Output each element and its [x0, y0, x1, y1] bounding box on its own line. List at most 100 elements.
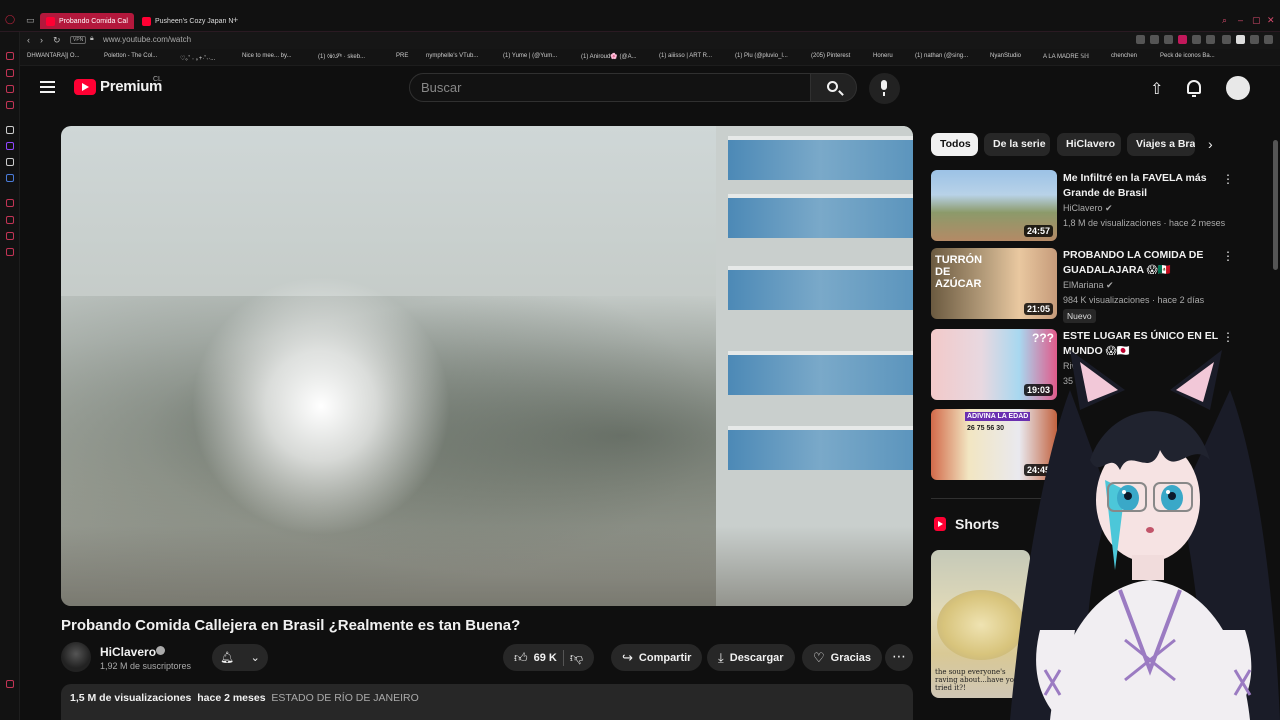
back-icon[interactable]: ‹ — [27, 35, 30, 45]
rec-channel[interactable]: ElMariana ✔ — [1063, 280, 1114, 291]
profile-icon[interactable] — [1236, 35, 1245, 44]
bookmark-item[interactable]: (1) Yume | (@Yum... — [503, 53, 557, 59]
sidebar-app-icon[interactable] — [6, 69, 14, 77]
sidebar-app-icon[interactable] — [6, 126, 14, 134]
chip-travel[interactable]: Viajes a Bra — [1127, 133, 1195, 156]
bookmark-item[interactable]: nymphelle's VTub... — [426, 53, 478, 59]
menu-icon[interactable] — [1264, 35, 1273, 44]
bookmark-item[interactable]: A LA MADRE 𝕊ℍ — [1043, 53, 1089, 60]
tab-pusheen[interactable]: Pusheen's Cozy Japan N — [136, 13, 233, 29]
bookmark-item[interactable]: Honeru — [873, 53, 893, 59]
history-icon[interactable] — [6, 216, 14, 224]
thumbnail-text: TURRÓN DE AZÚCAR — [935, 254, 983, 290]
channel-name[interactable]: HiClavero — [100, 645, 156, 659]
subscription-notification-button[interactable]: 🔔︎ ⌄ — [212, 644, 268, 671]
bookmark-item[interactable]: DHWANTARA]| O... — [27, 53, 80, 59]
vpn-badge[interactable]: VPN — [70, 36, 87, 44]
bookmark-item[interactable]: (1) Plu (@pluvio_l... — [735, 53, 788, 59]
more-vert-icon[interactable]: ⋮ — [1222, 330, 1234, 344]
x-icon[interactable] — [6, 158, 14, 166]
rec-thumbnail[interactable]: 24:57 — [931, 170, 1057, 241]
voice-search-button[interactable] — [869, 73, 900, 104]
bell-icon: 🔔︎ — [220, 652, 235, 664]
sidebar-app-icon[interactable] — [6, 232, 14, 240]
sidebar-app-icon[interactable] — [6, 101, 14, 109]
more-icon[interactable] — [6, 680, 14, 688]
sidebar-app-icon[interactable] — [6, 52, 14, 60]
reload-icon[interactable]: ↻ — [53, 35, 61, 46]
download-button[interactable]: ⤓ Descargar — [707, 644, 795, 671]
download-icon[interactable] — [1250, 35, 1259, 44]
dislike-icon[interactable]: 👎︎ — [570, 650, 583, 666]
tab-youtube[interactable]: Probando Comida Cal — [40, 13, 134, 29]
bookmark-item[interactable]: (1) ◊ℹ◊𝒮ᵉ · skeb... — [318, 53, 365, 61]
bookmark-item[interactable]: (1) nathan (@sing... — [915, 53, 968, 59]
minimize-icon[interactable]: – — [1238, 15, 1243, 25]
extension-icon[interactable] — [1192, 35, 1201, 44]
upload-date: hace 2 meses — [197, 692, 266, 704]
bookmark-item[interactable]: chenchen — [1111, 53, 1137, 59]
opera-logo-icon[interactable]: ◯ — [5, 14, 15, 25]
zoom-icon[interactable] — [1136, 35, 1145, 44]
bookmark-item[interactable]: Nice to mee... by... — [242, 53, 292, 59]
bookmark-icon[interactable] — [1150, 35, 1159, 44]
search-placeholder: Buscar — [421, 80, 462, 95]
rec-title[interactable]: Me Infiltré en la FAVELA más Grande de B… — [1063, 171, 1223, 201]
youtube-premium-logo[interactable]: Premium — [74, 78, 162, 95]
rec-title[interactable]: PROBANDO LA COMIDA DE GUADALAJARA 😱🇲🇽 — [1063, 248, 1223, 278]
extension-icon[interactable] — [1164, 35, 1173, 44]
chip-all[interactable]: Todos — [931, 133, 978, 156]
upload-icon[interactable]: ⇧ — [1150, 79, 1163, 99]
sidebar-app-icon[interactable] — [6, 199, 14, 207]
url-field[interactable]: www.youtube.com/watch — [103, 35, 191, 44]
shorts-icon — [934, 517, 946, 531]
rec-thumbnail[interactable]: TURRÓN DE AZÚCAR 21:05 — [931, 248, 1057, 319]
video-player[interactable] — [61, 126, 913, 606]
location-tag[interactable]: ESTADO DE RÍO DE JANEIRO — [271, 692, 418, 704]
more-vert-icon[interactable]: ⋮ — [1222, 249, 1234, 263]
like-icon[interactable]: 👍︎ — [514, 650, 528, 666]
hamburger-menu-icon[interactable] — [40, 81, 55, 93]
more-actions-button[interactable]: ⋯ — [885, 644, 913, 671]
bookmark-item[interactable]: Peck de iconos Ba... — [1160, 53, 1215, 59]
thanks-button[interactable]: ♡ Gracias — [802, 644, 883, 671]
chip-channel[interactable]: HiClavero — [1057, 133, 1121, 156]
settings-icon[interactable] — [6, 248, 14, 256]
user-avatar[interactable] — [1226, 76, 1250, 100]
notifications-bell-icon[interactable] — [1187, 80, 1201, 97]
rec-channel[interactable]: HiClavero ✔ — [1063, 203, 1113, 214]
chip-series[interactable]: De la serie — [984, 133, 1050, 156]
youtube-favicon-icon — [142, 16, 151, 26]
bookmark-item[interactable]: PRE — [396, 53, 408, 59]
scrollbar[interactable] — [1273, 140, 1278, 270]
share-label: Compartir — [638, 651, 692, 664]
share-button[interactable]: ↪ Compartir — [611, 644, 703, 671]
search-input[interactable]: Buscar — [409, 73, 811, 102]
forward-icon[interactable]: › — [40, 35, 43, 45]
sidebar-app-icon[interactable] — [6, 174, 14, 182]
heart-icon[interactable] — [1206, 35, 1215, 44]
bookmark-item[interactable]: NyanStudio — [990, 53, 1021, 59]
like-count[interactable]: 69 K — [534, 652, 557, 664]
bookmark-item[interactable]: (205) Pinterest — [811, 53, 850, 59]
search-tabs-icon[interactable]: ⌕ — [1222, 15, 1227, 26]
description-box[interactable]: 1,5 M de visualizaciones hace 2 meses ES… — [61, 684, 913, 720]
tab-overview-icon[interactable]: ▭ — [26, 15, 35, 26]
search-button[interactable] — [810, 73, 857, 102]
more-vert-icon[interactable]: ⋮ — [1222, 172, 1234, 186]
extension-icon[interactable] — [1178, 35, 1187, 44]
chevron-right-icon[interactable]: › — [1208, 136, 1213, 152]
close-icon[interactable]: ✕ — [1267, 15, 1275, 26]
bookmark-item[interactable]: Poletton - The Col... — [104, 53, 157, 59]
bookmark-item[interactable]: (1) Aniroud🌸 (@A... — [581, 53, 637, 60]
channel-avatar[interactable] — [61, 642, 91, 672]
extension-icon[interactable] — [1222, 35, 1231, 44]
twitch-icon[interactable] — [6, 142, 14, 150]
maximize-icon[interactable]: ▢ — [1252, 15, 1261, 26]
new-tab-button[interactable]: + — [233, 15, 238, 25]
download-icon: ⤓ — [718, 649, 724, 665]
sidebar-app-icon[interactable] — [6, 85, 14, 93]
bookmark-item[interactable]: ♡｡˚ ˖ ｡+·˚˖·... — [180, 53, 215, 62]
tab-label: Pusheen's Cozy Japan N — [155, 17, 234, 25]
bookmark-item[interactable]: (1) aiiisso | ART R... — [659, 53, 712, 59]
